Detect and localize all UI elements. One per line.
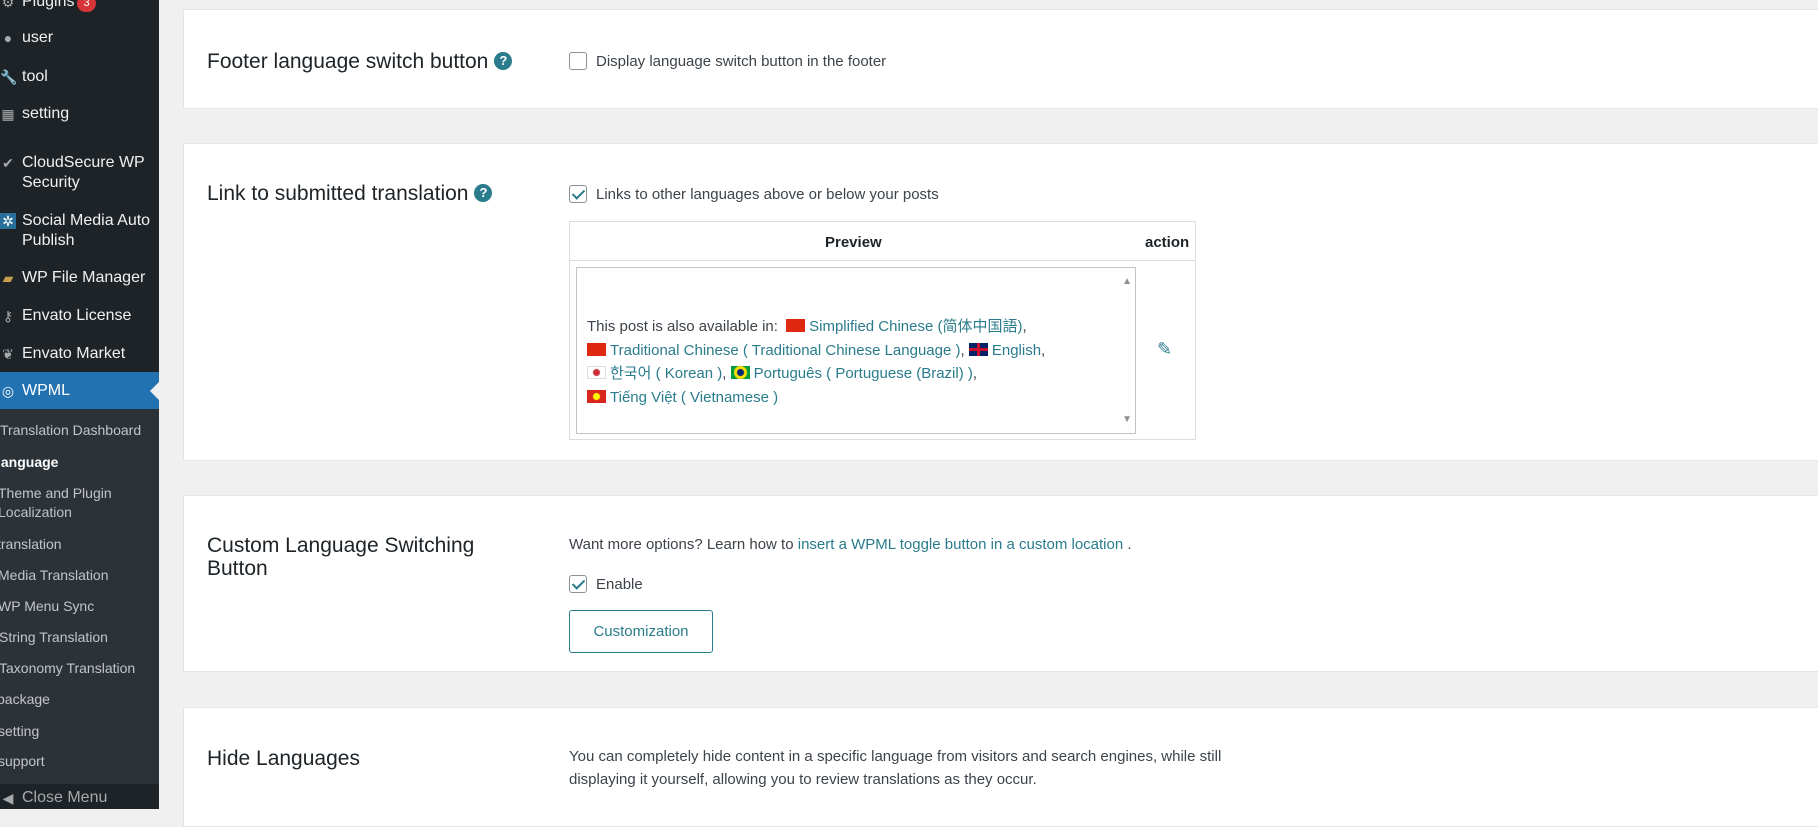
preview-table: Preview action ▲ ▼ This post is also avai… — [569, 221, 1196, 440]
lang-link[interactable]: English — [992, 342, 1041, 359]
checkbox[interactable] — [569, 575, 587, 593]
custom-location-link[interactable]: insert a WPML toggle button in a custom … — [798, 536, 1123, 553]
custom-switch-section: Custom Language Switching Button Want mor… — [183, 495, 1818, 672]
wpml-submenu: Translation Dashboard language Theme and… — [0, 409, 159, 784]
links-checkbox[interactable]: Links to other languages above or below … — [569, 185, 939, 203]
lang-link[interactable]: Traditional Chinese ( Traditional Chines… — [610, 342, 961, 359]
submenu-theme-plugin-localization[interactable]: Theme and Plugin Localization — [0, 484, 118, 522]
submenu-translation-dashboard[interactable]: Translation Dashboard — [0, 421, 141, 440]
scroll-down-icon[interactable]: ▼ — [1122, 408, 1132, 432]
folder-icon: ▰ — [2, 270, 14, 286]
update-count-badge: 3 — [77, 0, 96, 12]
customization-button[interactable]: Customization — [569, 610, 713, 653]
lang-link[interactable]: 한국어 ( Korean ) — [610, 365, 722, 382]
flag-gb-icon — [968, 342, 988, 356]
section-title: Hide Languages — [207, 747, 360, 770]
shield-check-icon: ✔ — [2, 155, 14, 171]
wpml-icon: ◎ — [1, 382, 15, 399]
submenu-string-translation[interactable]: String Translation — [0, 628, 108, 647]
footer-switch-section: Footer language switch button? Display l… — [183, 9, 1818, 109]
sidebar-item-plugins[interactable]: ⚙ Plugins 3 — [0, 0, 159, 12]
sidebar-item-social-media[interactable]: ✲ Social Media Auto Publish — [0, 212, 159, 251]
link-translation-section: Link to submitted translation? Links to … — [183, 143, 1818, 461]
sidebar-item-wpml[interactable]: ◎ WPML — [0, 372, 159, 409]
help-icon[interactable]: ? — [494, 52, 513, 70]
flag-kr-icon — [587, 366, 606, 379]
hide-languages-description: You can completely hide content in a spe… — [569, 748, 1222, 788]
flag-cn-icon — [587, 342, 606, 356]
plugin-icon: ⚙ — [1, 0, 15, 10]
submenu-setting[interactable]: setting — [0, 722, 39, 741]
submenu-taxonomy-translation[interactable]: Taxonomy Translation — [0, 659, 135, 678]
submenu-media-translation[interactable]: Media Translation — [0, 566, 109, 585]
sidebar-item-cloudsecure[interactable]: ✔ CloudSecure WP Security — [0, 154, 159, 193]
submenu-wp-menu-sync[interactable]: WP Menu Sync — [0, 597, 94, 616]
submenu-language[interactable]: language — [0, 453, 58, 472]
lang-link[interactable]: Simplified Chinese (简体中国語) — [809, 318, 1022, 335]
sidebar-item-user[interactable]: ● user — [0, 29, 159, 48]
table-header: Preview action — [570, 222, 1195, 261]
settings-icon: ▦ — [1, 106, 15, 122]
collapse-icon: ◀ — [2, 790, 14, 806]
checkbox[interactable] — [569, 52, 587, 70]
preview-box[interactable]: ▲ ▼ This post is also available in: Simp… — [576, 267, 1136, 434]
admin-sidebar: ⚙ Plugins 3 ● user 🔧 tool ▦ setting ✔ CloudSec… — [0, 0, 159, 809]
edit-pencil-icon[interactable]: ✎ — [1157, 339, 1172, 360]
wrench-icon: 🔧 — [0, 69, 18, 85]
submenu-translation[interactable]: translation — [0, 535, 62, 554]
key-icon: ⚷ — [2, 308, 14, 324]
enable-checkbox[interactable]: Enable — [569, 575, 643, 593]
flag-vn-icon — [587, 389, 606, 403]
submenu-support[interactable]: support — [0, 752, 45, 771]
submenu-package[interactable]: package — [0, 690, 50, 709]
section-title: Custom Language Switching Button — [207, 534, 475, 580]
lang-link[interactable]: Tiếng Việt ( Vietnamese ) — [610, 389, 778, 406]
user-icon: ● — [3, 30, 13, 46]
section-title: Link to submitted translation? — [207, 181, 493, 207]
flag-br-icon — [730, 366, 750, 379]
scroll-up-icon[interactable]: ▲ — [1122, 270, 1132, 294]
sidebar-item-tool[interactable]: 🔧 tool — [0, 68, 159, 87]
envato-icon: ❦ — [2, 346, 14, 362]
section-title: Footer language switch button? — [207, 49, 513, 75]
social-icon: ✲ — [0, 213, 16, 229]
footer-switch-checkbox[interactable]: Display language switch button in the fo… — [569, 52, 886, 70]
sidebar-item-envato-market[interactable]: ❦ Envato Market — [0, 345, 159, 364]
sidebar-item-setting[interactable]: ▦ setting — [0, 105, 159, 124]
sidebar-item-envato-license[interactable]: ⚷ Envato License — [0, 307, 159, 326]
sidebar-item-file-manager[interactable]: ▰ WP File Manager — [0, 269, 159, 288]
checkbox[interactable] — [569, 185, 587, 203]
lang-link[interactable]: Português ( Portuguese (Brazil) ) — [754, 365, 973, 382]
help-icon[interactable]: ? — [474, 184, 493, 202]
more-options-text: Want more options? Learn how to insert a… — [569, 536, 1132, 553]
hide-languages-section: Hide Languages You can completely hide c… — [183, 707, 1818, 827]
flag-cn-icon — [786, 319, 806, 332]
close-menu-button[interactable]: ◀ Close Menu — [0, 789, 159, 809]
